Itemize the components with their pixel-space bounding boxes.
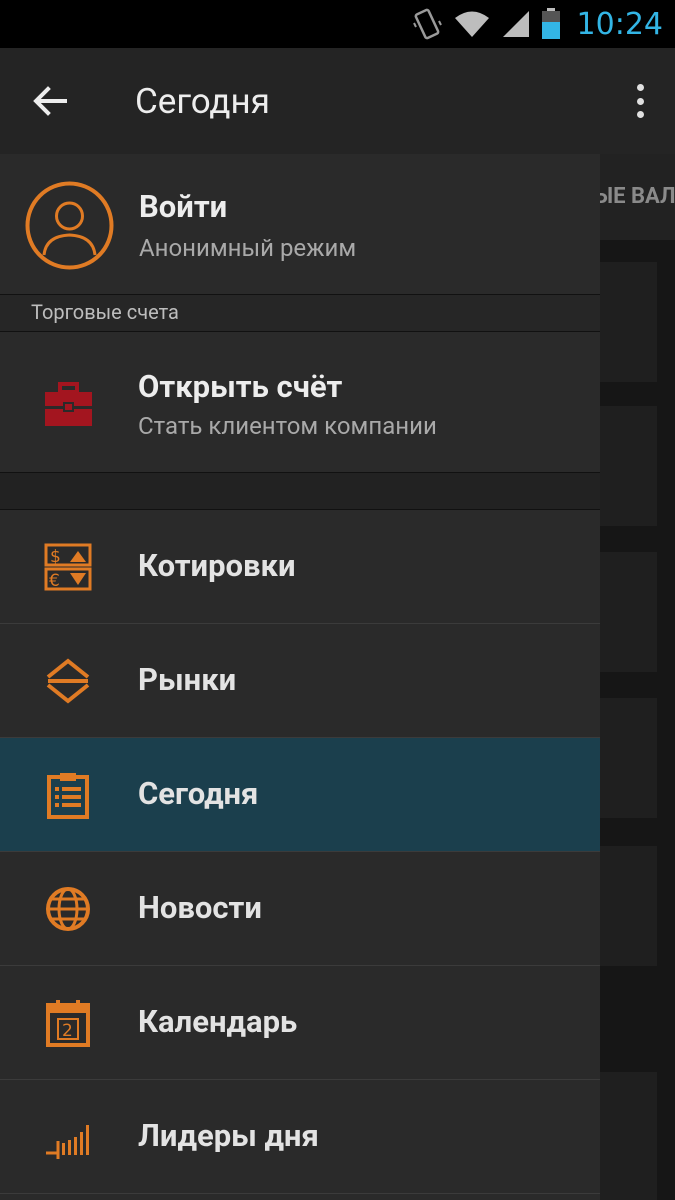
menu-item-label: Лидеры дня <box>138 1117 319 1154</box>
page-title: Сегодня <box>135 80 270 122</box>
dot-icon <box>636 97 644 105</box>
svg-text:€: € <box>49 571 60 591</box>
navigation-drawer: Войти Анонимный режим Торговые счета Отк… <box>0 154 600 1200</box>
svg-text:$: $ <box>50 547 61 567</box>
open-account-row[interactable]: Открыть счёт Стать клиентом компании <box>0 332 600 473</box>
section-header-trading-accounts: Торговые счета <box>0 295 600 332</box>
background-card <box>600 262 657 382</box>
background-card <box>600 406 657 526</box>
menu-item-today[interactable]: Сегодня <box>0 738 600 852</box>
menu-item-day-leaders[interactable]: Лидеры дня <box>0 1080 600 1194</box>
login-row[interactable]: Войти Анонимный режим <box>0 154 600 295</box>
back-button[interactable] <box>0 48 100 154</box>
menu-item-quotes[interactable]: $ € Котировки <box>0 510 600 624</box>
dot-icon <box>636 111 644 118</box>
background-tab: ЫЕ ВАЛ <box>600 154 675 240</box>
open-account-subtitle: Стать клиентом компании <box>138 412 437 440</box>
quotes-icon: $ € <box>44 543 92 591</box>
menu-item-label: Котировки <box>138 547 296 584</box>
drawer-menu: $ € Котировки Рынки Сегодня Новости 2 Ка… <box>0 510 600 1194</box>
arrow-left-icon <box>33 86 67 116</box>
briefcase-icon <box>45 382 92 426</box>
login-mode: Анонимный режим <box>139 234 357 262</box>
vibrate-icon <box>412 7 443 41</box>
divider <box>0 473 600 510</box>
menu-item-label: Новости <box>138 889 262 926</box>
status-time: 10:24 <box>576 6 663 42</box>
menu-item-label: Сегодня <box>138 775 259 812</box>
globe-icon <box>46 887 90 931</box>
dot-icon <box>636 84 644 91</box>
bars-chart-icon <box>46 1125 89 1159</box>
menu-item-calendar[interactable]: 2 Календарь <box>0 966 600 1080</box>
overflow-menu-button[interactable] <box>625 78 655 124</box>
background-card <box>600 698 657 818</box>
menu-item-label: Рынки <box>138 661 237 698</box>
user-avatar-icon <box>25 181 114 270</box>
clipboard-icon <box>47 773 89 819</box>
markets-icon <box>46 658 90 704</box>
login-label: Войти <box>139 188 228 225</box>
background-card <box>600 846 657 966</box>
open-account-label: Открыть счёт <box>138 368 343 405</box>
action-bar: Сегодня <box>0 48 675 154</box>
background-card <box>600 1072 657 1200</box>
wifi-icon <box>453 9 491 39</box>
menu-item-label: Календарь <box>138 1003 298 1040</box>
svg-text:2: 2 <box>62 1021 73 1041</box>
background-content: ЫЕ ВАЛ <box>600 154 675 1200</box>
background-card <box>600 552 657 672</box>
menu-item-markets[interactable]: Рынки <box>0 624 600 738</box>
menu-item-news[interactable]: Новости <box>0 852 600 966</box>
battery-icon <box>541 8 561 40</box>
calendar-icon: 2 <box>46 1000 90 1047</box>
signal-icon <box>501 9 531 39</box>
status-bar: 10:24 <box>0 0 675 48</box>
